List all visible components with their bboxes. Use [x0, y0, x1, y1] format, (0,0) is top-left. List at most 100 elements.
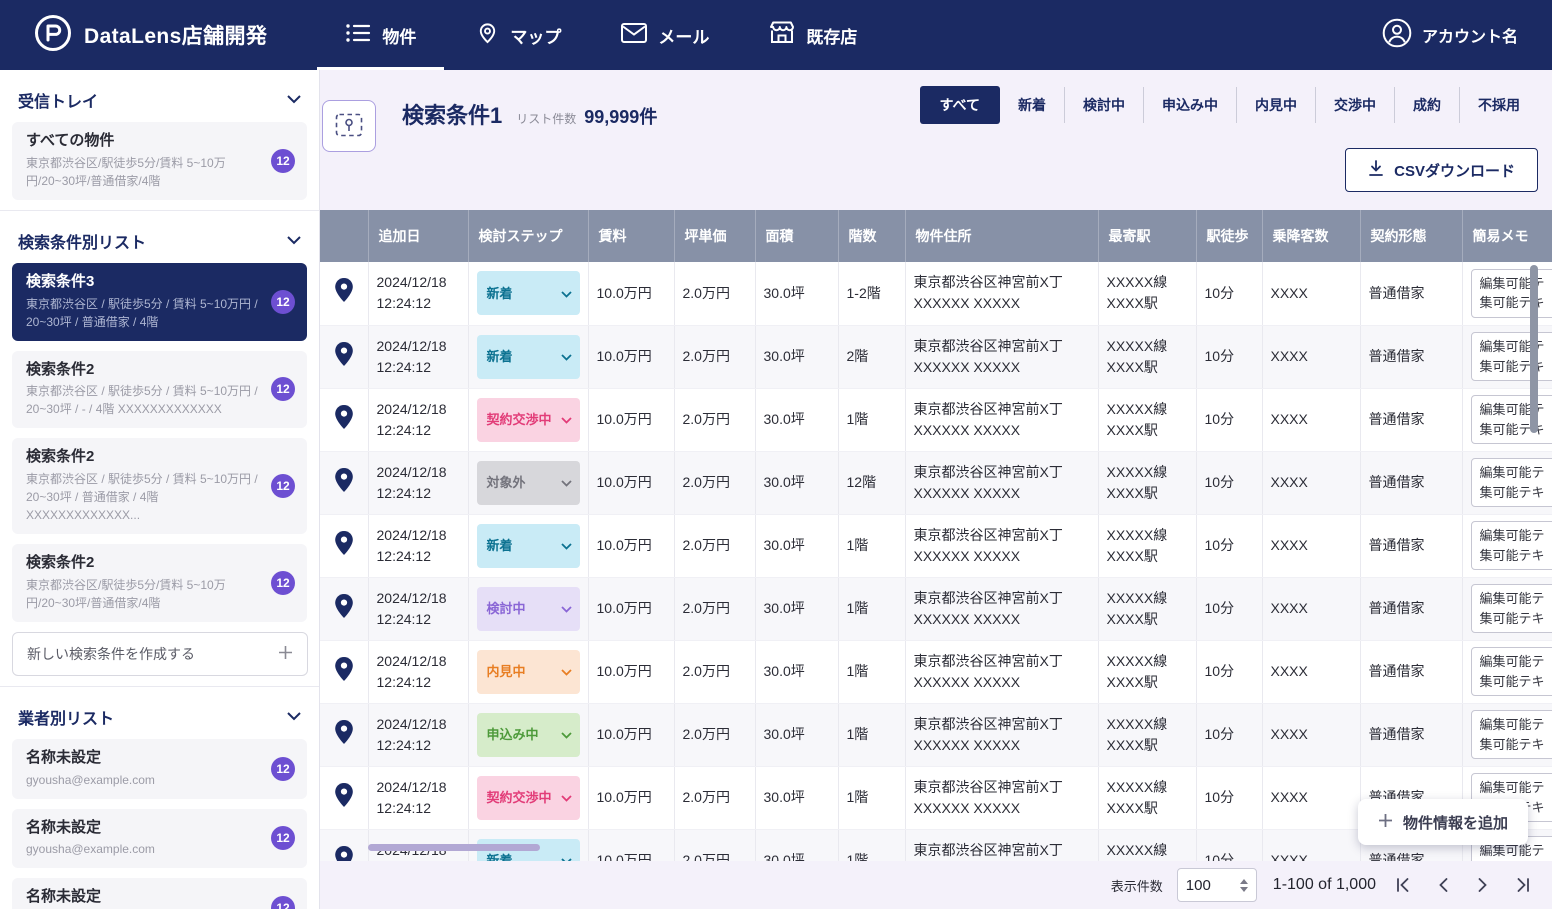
inbox-item-all-properties[interactable]: すべての物件 東京都渋谷区/駅徒歩5分/賃料 5~10万円/20~30坪/普通借… [12, 122, 307, 200]
count-badge: 12 [271, 757, 295, 781]
cell-station: XXXXX線 XXXX駅 [1098, 262, 1196, 325]
csv-download-button[interactable]: CSVダウンロード [1345, 148, 1538, 192]
page-size-stepper[interactable] [1240, 879, 1248, 892]
step-select[interactable]: 新着 [477, 335, 580, 379]
cell-area: 30.0坪 [755, 766, 838, 829]
sidebar-item-vendor-2[interactable]: 名称未設定 gyousha@example.com 12 [12, 809, 307, 869]
brand[interactable]: DataLens店舗開発 [34, 14, 267, 57]
step-select[interactable]: 新着 [477, 271, 580, 315]
memo-button[interactable]: 編集可能テ 集可能テキ [1471, 332, 1552, 381]
user-icon [1382, 18, 1412, 53]
prev-page-button[interactable] [1430, 872, 1456, 898]
sidebar-item-search-condition-3[interactable]: 検索条件3 東京都渋谷区 / 駅徒歩5分 / 賃料 5~10万円 / 20~30… [12, 263, 307, 341]
pin-cell[interactable] [320, 577, 368, 640]
memo-button[interactable]: 編集可能テ 集可能テキ [1471, 647, 1552, 696]
cell-added-date: 2024/12/18 12:24:12 [368, 325, 468, 388]
step-label: 新着 [487, 347, 513, 367]
tab-negotiating[interactable]: 交渉中 [1315, 87, 1394, 123]
cell-address: 東京都渋谷区神宮前X丁 XXXXXX XXXXX [905, 388, 1098, 451]
cell-walk: 10分 [1196, 829, 1262, 861]
step-select[interactable]: 内見中 [477, 650, 580, 694]
cell-address: 東京都渋谷区神宮前X丁 XXXXXX XXXXX [905, 829, 1098, 861]
cell-memo: 編集可能テ 集可能テキ [1462, 451, 1552, 514]
page-size-input[interactable]: 100 [1177, 868, 1257, 902]
nav-item-properties[interactable]: 物件 [315, 0, 446, 70]
inbox-section-header[interactable]: 受信トレイ [0, 70, 319, 122]
cell-tsubo-price: 2.0万円 [674, 703, 755, 766]
cell-tsubo-price: 2.0万円 [674, 388, 755, 451]
count-badge: 12 [271, 826, 295, 850]
cell-floor: 1階 [838, 388, 905, 451]
cell-added-date: 2024/12/18 12:24:12 [368, 640, 468, 703]
cell-address: 東京都渋谷区神宮前X丁 XXXXXX XXXXX [905, 703, 1098, 766]
column-header-station: 最寄駅 [1098, 210, 1196, 262]
add-property-button[interactable]: 物件情報を追加 [1358, 799, 1528, 845]
nav-item-label: 物件 [382, 23, 416, 48]
cell-station: XXXXX線 XXXX駅 [1098, 703, 1196, 766]
tab-contracted[interactable]: 成約 [1394, 87, 1459, 123]
sidebar-item-vendor-1[interactable]: 名称未設定 gyousha@example.com 12 [12, 739, 307, 799]
nav-item-existing-stores[interactable]: 既存店 [739, 0, 887, 70]
cell-station: XXXXX線 XXXX駅 [1098, 640, 1196, 703]
memo-button[interactable]: 編集可能テ 集可能テキ [1471, 521, 1552, 570]
next-page-button[interactable] [1470, 872, 1496, 898]
csv-download-label: CSVダウンロード [1394, 160, 1515, 181]
cell-floor: 12階 [838, 451, 905, 514]
tab-rejected[interactable]: 不採用 [1459, 87, 1538, 123]
vertical-scrollbar[interactable] [1530, 265, 1538, 433]
pin-cell[interactable] [320, 262, 368, 325]
tab-viewing[interactable]: 内見中 [1236, 87, 1315, 123]
memo-button[interactable]: 編集可能テ 集可能テキ [1471, 710, 1552, 759]
pin-cell[interactable] [320, 829, 368, 861]
step-select[interactable]: 新着 [477, 524, 580, 568]
create-search-condition-button[interactable]: 新しい検索条件を作成する [12, 632, 308, 676]
step-select[interactable]: 検討中 [477, 587, 580, 631]
list-item-title: すべての物件 [26, 132, 259, 151]
sidebar-item-vendor-3[interactable]: 名称未設定 gyousha@example.com 12 [12, 878, 307, 909]
pin-cell[interactable] [320, 766, 368, 829]
stepper-up-icon [1240, 879, 1248, 884]
account-menu[interactable]: アカウント名 [1382, 18, 1518, 53]
map-pin-icon [334, 417, 354, 433]
nav-item-map[interactable]: マップ [446, 0, 591, 70]
memo-button[interactable]: 編集可能テ 集可能テキ [1471, 458, 1552, 507]
pin-cell[interactable] [320, 640, 368, 703]
pin-cell[interactable] [320, 388, 368, 451]
sidebar-item-search-condition-2a[interactable]: 検索条件2 東京都渋谷区 / 駅徒歩5分 / 賃料 5~10万円 / 20~30… [12, 351, 307, 429]
horizontal-scrollbar[interactable] [368, 844, 540, 851]
step-select[interactable]: 契約交渉中 [477, 398, 580, 442]
memo-button[interactable]: 編集可能テ 集可能テキ [1471, 269, 1552, 318]
step-select[interactable]: 対象外 [477, 461, 580, 505]
sidebar-item-search-condition-2b[interactable]: 検索条件2 東京都渋谷区 / 駅徒歩5分 / 賃料 5~10万円 / 20~30… [12, 438, 307, 534]
step-select[interactable]: 申込み中 [477, 713, 580, 757]
pin-cell[interactable] [320, 703, 368, 766]
step-label: 新着 [487, 536, 513, 556]
first-page-button[interactable] [1390, 872, 1416, 898]
memo-button[interactable]: 編集可能テ 集可能テキ [1471, 584, 1552, 633]
memo-button[interactable]: 編集可能テ 集可能テキ [1471, 395, 1552, 444]
sidebar-item-search-condition-2c[interactable]: 検索条件2 東京都渋谷区/駅徒歩5分/賃料 5~10万円/20~30坪/普通借家… [12, 544, 307, 622]
pin-cell[interactable] [320, 325, 368, 388]
cell-memo: 編集可能テ 集可能テキ [1462, 514, 1552, 577]
search-lists-section-header[interactable]: 検索条件別リスト [0, 211, 319, 263]
cell-tsubo-price: 2.0万円 [674, 640, 755, 703]
tab-applying[interactable]: 申込み中 [1143, 87, 1236, 123]
last-page-button[interactable] [1510, 872, 1536, 898]
tab-new[interactable]: 新着 [1000, 87, 1064, 123]
pin-cell[interactable] [320, 514, 368, 577]
count-badge: 12 [271, 377, 295, 401]
tab-all[interactable]: すべて [920, 86, 1000, 124]
page-head: 検索条件1 リスト件数 99,999件 [402, 98, 657, 130]
pin-cell[interactable] [320, 451, 368, 514]
cell-floor: 2階 [838, 325, 905, 388]
tab-considering[interactable]: 検討中 [1064, 87, 1143, 123]
cell-address: 東京都渋谷区神宮前X丁 XXXXXX XXXXX [905, 325, 1098, 388]
nav-item-mail[interactable]: メール [591, 0, 739, 70]
step-select[interactable]: 契約交渉中 [477, 776, 580, 820]
cell-passengers: XXXX [1262, 325, 1360, 388]
create-search-condition-label: 新しい検索条件を作成する [27, 644, 195, 664]
map-view-toggle-button[interactable] [322, 100, 376, 152]
vendor-lists-section-header[interactable]: 業者別リスト [0, 687, 319, 739]
chevron-down-icon [561, 410, 572, 430]
list-item-desc: gyousha@example.com [26, 840, 259, 858]
